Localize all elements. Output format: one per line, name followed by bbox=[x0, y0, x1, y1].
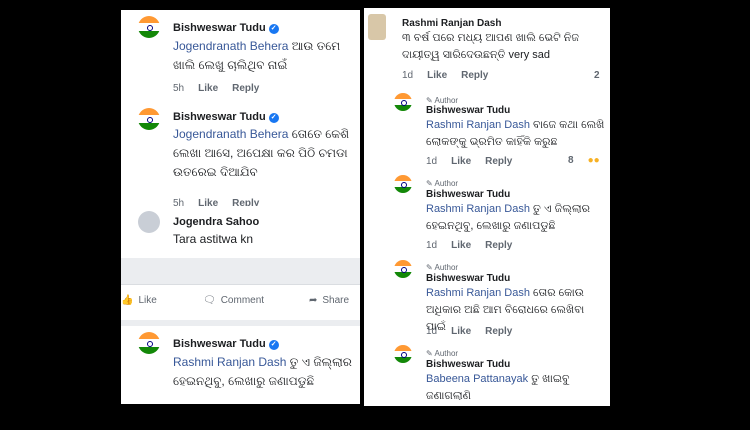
author-badge-label: Author bbox=[434, 96, 459, 105]
comment-meta: 5h Like Reply bbox=[173, 83, 273, 94]
comment-card: Bishweswar Tudu ✓ Jogendranath Behera ତୋତ… bbox=[121, 102, 360, 210]
thumbs-up-icon: 👍 bbox=[121, 295, 134, 306]
author-badge-label: Author bbox=[434, 179, 459, 188]
avatar[interactable] bbox=[394, 93, 412, 111]
author-name[interactable]: Bishweswar Tudu bbox=[173, 338, 266, 350]
like-link[interactable]: Like bbox=[451, 326, 471, 337]
timestamp[interactable]: 1d bbox=[426, 326, 437, 337]
reply-link[interactable]: Reply bbox=[485, 326, 512, 337]
reply-link[interactable]: Reply bbox=[232, 83, 259, 94]
comment-card: Jogendra Sahoo Tara astitwa kn bbox=[121, 206, 360, 258]
check-icon: ✓ bbox=[268, 113, 279, 123]
comment-author[interactable]: Bishweswar Tudu bbox=[426, 359, 510, 370]
mention-link[interactable]: Rashmi Ranjan Dash bbox=[426, 119, 530, 131]
avatar[interactable] bbox=[368, 14, 386, 40]
avatar[interactable] bbox=[394, 260, 412, 278]
mention-link[interactable]: Rashmi Ranjan Dash bbox=[426, 203, 530, 215]
comment-card: Bishweswar Tudu ✓ Jogendranath Behera ଆଉ … bbox=[121, 10, 360, 106]
comment-text: Tara astitwa kn bbox=[173, 232, 254, 246]
comment-author[interactable]: Bishweswar Tudu bbox=[426, 105, 510, 116]
reaction-count[interactable]: 8 ●● bbox=[568, 155, 610, 166]
comment-author[interactable]: Bishweswar Tudu bbox=[426, 273, 510, 284]
comment-author[interactable]: Jogendra Sahoo bbox=[173, 216, 259, 228]
author-badge: ✎ Author bbox=[426, 179, 458, 188]
reply-link[interactable]: Reply bbox=[461, 70, 488, 81]
comment-card: Bishweswar Tudu ✓ Rashmi Ranjan Dash ତୁ ଏ… bbox=[121, 326, 360, 404]
comment-label: Comment bbox=[220, 295, 265, 306]
like-link[interactable]: Like bbox=[427, 70, 447, 81]
reply-link[interactable]: Reply bbox=[485, 156, 512, 167]
comment-text: Jogendranath Behera ଆଉ ତମେ ଖାଲି ଲେଖୁ ଚାଲ… bbox=[173, 37, 358, 75]
comment-text: Jogendranath Behera ତୋତେ କେଶି ଲେଖା ଆସେ, … bbox=[173, 125, 358, 182]
reaction-count-value: 8 bbox=[568, 155, 574, 166]
avatar[interactable] bbox=[394, 175, 412, 193]
comment-author[interactable]: Bishweswar Tudu ✓ bbox=[173, 111, 279, 123]
reply-card: ✎ Author Bishweswar Tudu Rashmi Ranjan D… bbox=[364, 90, 610, 170]
share-button[interactable]: ➦ Share bbox=[309, 295, 349, 306]
timestamp[interactable]: 1d bbox=[426, 240, 437, 251]
mention-link[interactable]: Jogendranath Behera bbox=[173, 127, 288, 141]
comment-text: Rashmi Ranjan Dash ତୁ ଏ ଜିଲ୍ଲାର ହେଇନଥିବୁ… bbox=[426, 201, 606, 235]
check-icon: ✓ bbox=[268, 340, 279, 350]
avatar[interactable] bbox=[138, 211, 160, 233]
author-badge: ✎ Author bbox=[426, 96, 458, 105]
right-comment-panel: Rashmi Ranjan Dash ୩ ବର୍ଷ ପରେ ମଧ୍ୟ ଆପଣ ଖ… bbox=[364, 8, 610, 406]
author-badge-label: Author bbox=[434, 349, 459, 358]
mention-link[interactable]: Jogendranath Behera bbox=[173, 39, 288, 53]
timestamp[interactable]: 5h bbox=[173, 83, 184, 94]
share-label: Share bbox=[322, 295, 350, 306]
comment-meta: 1d Like Reply bbox=[426, 326, 526, 337]
author-name[interactable]: Bishweswar Tudu bbox=[173, 22, 266, 34]
comment-text: Rashmi Ranjan Dash ତୁ ଏ ଜିଲ୍ଲାର ହେଇନଥିବୁ… bbox=[173, 353, 358, 391]
comment-text: ୩ ବର୍ଷ ପରେ ମଧ୍ୟ ଆପଣ ଖାଲି ଭେଟି ନିଜ ଦାୟୀତ୍… bbox=[402, 32, 579, 61]
comment-meta: 1d Like Reply bbox=[426, 156, 526, 167]
avatar[interactable] bbox=[138, 108, 160, 130]
comment-text: Babeena Pattanayak ତୁ ଖାଇବୁ ଜଣାଗଲାଣି bbox=[426, 371, 606, 405]
like-button[interactable]: 👍 Like bbox=[121, 295, 157, 306]
comment-author[interactable]: Bishweswar Tudu ✓ bbox=[173, 22, 279, 34]
comment-meta: 1d Like Reply bbox=[402, 70, 502, 81]
divider bbox=[121, 284, 360, 285]
reaction-icons: ●● bbox=[587, 155, 600, 166]
timestamp[interactable]: 1d bbox=[402, 70, 413, 81]
author-badge: ✎ Author bbox=[426, 263, 458, 272]
comment-card: Rashmi Ranjan Dash ୩ ବର୍ଷ ପରେ ମଧ୍ୟ ଆପଣ ଖ… bbox=[364, 8, 610, 90]
author-name[interactable]: Bishweswar Tudu bbox=[173, 111, 266, 123]
like-link[interactable]: Like bbox=[451, 240, 471, 251]
share-arrow-icon: ➦ bbox=[309, 295, 318, 306]
avatar[interactable] bbox=[394, 345, 412, 363]
avatar[interactable] bbox=[138, 16, 160, 38]
check-icon: ✓ bbox=[268, 24, 279, 34]
like-link[interactable]: Like bbox=[451, 156, 471, 167]
reaction-count-value: 2 bbox=[594, 70, 600, 81]
comment-meta: 1d Like Reply bbox=[426, 240, 526, 251]
avatar[interactable] bbox=[138, 332, 160, 354]
reply-card: ✎ Author Bishweswar Tudu Babeena Pattana… bbox=[364, 340, 610, 406]
author-badge-label: Author bbox=[434, 263, 459, 272]
like-label: Like bbox=[138, 295, 157, 306]
comment-author[interactable]: Rashmi Ranjan Dash bbox=[402, 18, 501, 29]
comment-author[interactable]: Bishweswar Tudu bbox=[426, 189, 510, 200]
mention-link[interactable]: Rashmi Ranjan Dash bbox=[173, 355, 286, 369]
left-comment-panel: Bishweswar Tudu ✓ Jogendranath Behera ଆଉ … bbox=[121, 10, 360, 404]
timestamp[interactable]: 1d bbox=[426, 156, 437, 167]
comment-author[interactable]: Bishweswar Tudu ✓ bbox=[173, 338, 279, 350]
author-badge: ✎ Author bbox=[426, 349, 458, 358]
like-link[interactable]: Like bbox=[198, 83, 218, 94]
reply-card: ✎ Author Bishweswar Tudu Rashmi Ranjan D… bbox=[364, 170, 610, 254]
comment-text: Rashmi Ranjan Dash ବାଜେ କଥା ଲେଖି ଲୋକଙ୍କୁ… bbox=[426, 117, 606, 151]
reply-card: ✎ Author Bishweswar Tudu Rashmi Ranjan D… bbox=[364, 254, 610, 340]
comment-button[interactable]: 🗨 Comment bbox=[203, 295, 264, 306]
reaction-count[interactable]: 2 bbox=[594, 70, 610, 81]
mention-link[interactable]: Rashmi Ranjan Dash bbox=[426, 287, 530, 299]
speech-bubble-icon: 🗨 bbox=[203, 295, 216, 306]
mention-link[interactable]: Babeena Pattanayak bbox=[426, 373, 528, 385]
reply-link[interactable]: Reply bbox=[485, 240, 512, 251]
action-bar: 👍 Like 🗨 Comment ➦ Share bbox=[121, 284, 360, 320]
